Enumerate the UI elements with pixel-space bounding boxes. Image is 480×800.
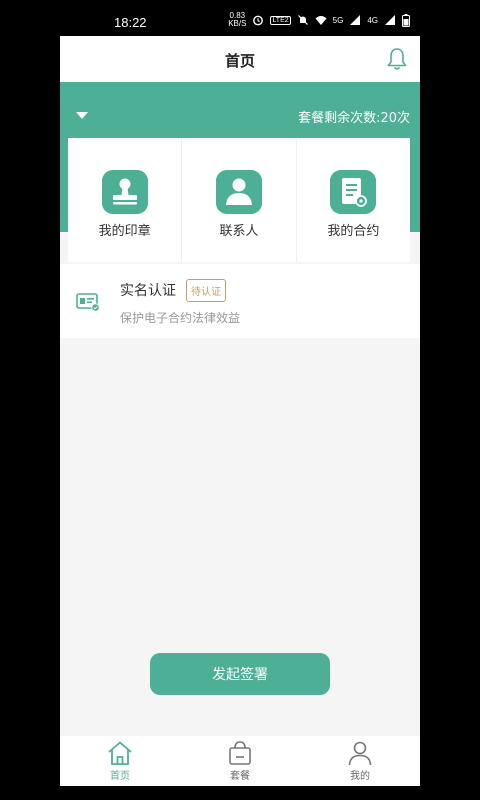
network-speed: 0.83 KB/S xyxy=(228,12,246,28)
person-icon xyxy=(215,170,262,214)
id-card-icon xyxy=(76,293,100,312)
real-name-verification-row[interactable]: 实名认证 待认证 保护电子合约法律效益 xyxy=(60,264,420,338)
contract-icon xyxy=(330,170,377,214)
verification-status-badge: 待认证 xyxy=(186,279,226,302)
network-5g-label: 5G xyxy=(332,15,344,25)
bottom-tab-bar: 首页 套餐 我的 xyxy=(60,736,420,786)
network-4g-label: 4G xyxy=(367,15,378,25)
signal-icon xyxy=(350,15,361,25)
verification-title: 实名认证 xyxy=(120,283,176,299)
verification-description: 保护电子合约法律效益 xyxy=(120,311,241,325)
top-navigation-bar: 首页 xyxy=(60,36,420,82)
status-time: 18:22 xyxy=(114,15,147,30)
plan-remaining-count: 套餐剩余次数:20次 xyxy=(298,111,410,126)
mute-icon xyxy=(297,15,308,25)
system-gesture-bar xyxy=(60,786,420,800)
action-label: 联系人 xyxy=(219,224,259,239)
bell-icon[interactable] xyxy=(386,47,408,71)
page-title: 首页 xyxy=(224,52,255,70)
wifi-icon xyxy=(315,16,327,25)
tab-label: 首页 xyxy=(110,771,130,782)
action-label: 我的合约 xyxy=(327,224,380,239)
action-my-contracts[interactable]: 我的合约 xyxy=(297,138,410,262)
battery-icon xyxy=(402,13,410,27)
tab-package[interactable]: 套餐 xyxy=(180,736,300,786)
tab-label: 我的 xyxy=(350,771,370,782)
app-screen: 18:22 0.83 KB/S LTE2 5G 4G 首页 套餐剩余次数:20次 xyxy=(60,0,420,800)
action-my-seal[interactable]: 我的印章 xyxy=(68,138,183,262)
action-contacts[interactable]: 联系人 xyxy=(182,138,297,262)
tab-home[interactable]: 首页 xyxy=(60,736,180,786)
start-signing-button[interactable]: 发起签署 xyxy=(150,653,330,695)
signal-icon xyxy=(385,15,395,25)
home-icon xyxy=(108,741,132,765)
tab-label: 套餐 xyxy=(230,771,250,782)
stamp-icon xyxy=(101,170,148,214)
network-speed-unit: KB/S xyxy=(228,19,247,28)
status-bar: 18:22 0.83 KB/S LTE2 5G 4G xyxy=(60,0,420,36)
status-icons: 0.83 KB/S LTE2 5G 4G xyxy=(228,12,410,28)
alarm-icon xyxy=(253,15,264,26)
action-label: 我的印章 xyxy=(98,224,151,239)
quick-action-panel: 我的印章 联系人 我的合约 xyxy=(68,138,410,262)
bag-icon xyxy=(229,741,251,765)
user-icon xyxy=(348,741,372,766)
volte-badge: LTE2 xyxy=(270,15,291,25)
tab-mine[interactable]: 我的 xyxy=(300,736,420,786)
dropdown-arrow-icon[interactable] xyxy=(76,112,88,119)
